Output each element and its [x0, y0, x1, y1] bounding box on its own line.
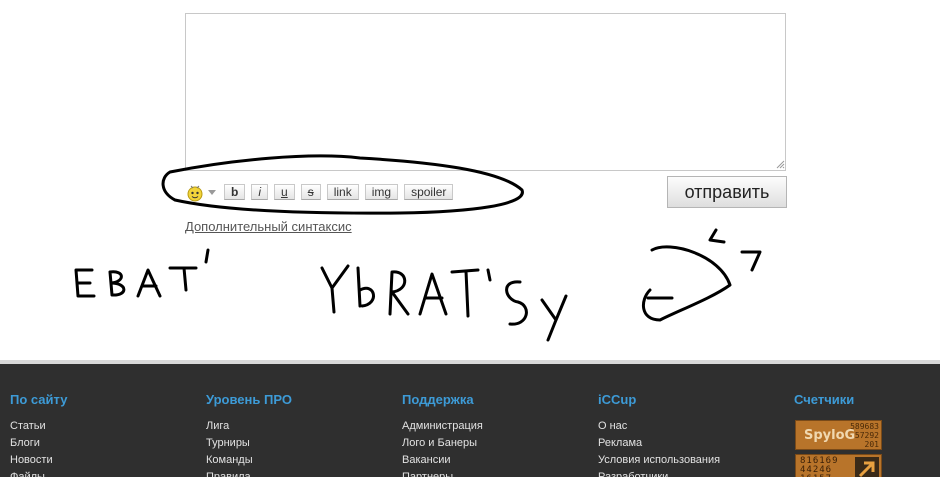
footer-link[interactable]: Администрация	[402, 418, 483, 435]
footer-column-iccup: iCCup О нас Реклама Условия использовани…	[598, 392, 720, 477]
resize-grip-icon[interactable]	[774, 158, 785, 169]
footer-link[interactable]: Команды	[206, 452, 292, 469]
footer-link[interactable]: Новости	[10, 452, 67, 469]
arrow-up-right-icon	[855, 457, 879, 477]
italic-button[interactable]: i	[251, 184, 269, 200]
counter-value: 201	[864, 440, 879, 449]
footer-link[interactable]: Правила	[206, 469, 292, 477]
footer-column-pro: Уровень ПРО Лига Турниры Команды Правила	[206, 392, 292, 477]
footer-link[interactable]: Статьи	[10, 418, 67, 435]
link-button[interactable]: link	[326, 184, 359, 200]
footer-heading: По сайту	[10, 392, 68, 407]
site-footer: По сайту Статьи Блоги Новости Файлы Уров…	[0, 360, 940, 477]
spylog-counter[interactable]: SpyloG 589683 57292 201	[795, 420, 882, 450]
footer-link[interactable]: Условия использования	[598, 452, 720, 469]
counter-brand: SpyloG	[804, 428, 856, 443]
footer-column-counters: Счетчики	[794, 392, 854, 418]
footer-link[interactable]: Партнеры	[402, 469, 483, 477]
img-button[interactable]: img	[364, 184, 399, 200]
counter-value: 57292	[854, 431, 879, 440]
additional-syntax-link[interactable]: Дополнительный синтаксис	[185, 219, 352, 234]
footer-link[interactable]: Лига	[206, 418, 292, 435]
send-button[interactable]: отправить	[667, 176, 787, 208]
footer-link[interactable]: Турниры	[206, 435, 292, 452]
footer-link[interactable]: О нас	[598, 418, 720, 435]
stats-counter[interactable]: 816169 44246 16157	[795, 454, 882, 477]
smiley-icon[interactable]	[185, 182, 205, 202]
format-toolbar: b i u s link img spoiler	[185, 182, 459, 202]
footer-heading: Поддержка	[402, 392, 474, 407]
footer-column-support: Поддержка Администрация Лого и Банеры Ва…	[402, 392, 483, 477]
strikethrough-button[interactable]: s	[300, 184, 321, 200]
footer-link[interactable]: Блоги	[10, 435, 67, 452]
footer-link[interactable]: Лого и Банеры	[402, 435, 483, 452]
chevron-down-icon[interactable]	[208, 189, 216, 195]
underline-button[interactable]: u	[274, 184, 295, 200]
footer-column-site: По сайту Статьи Блоги Новости Файлы	[10, 392, 67, 477]
footer-link[interactable]: Вакансии	[402, 452, 483, 469]
bold-button[interactable]: b	[224, 184, 246, 200]
footer-link[interactable]: Файлы	[10, 469, 67, 477]
footer-link[interactable]: Разработчики	[598, 469, 720, 477]
footer-heading: iCCup	[598, 392, 637, 407]
footer-heading: Уровень ПРО	[206, 392, 292, 407]
footer-heading: Счетчики	[794, 392, 855, 407]
counter-value: 589683	[850, 422, 879, 431]
footer-link[interactable]: Реклама	[598, 435, 720, 452]
message-textarea[interactable]	[185, 13, 786, 171]
spoiler-button[interactable]: spoiler	[404, 184, 454, 200]
